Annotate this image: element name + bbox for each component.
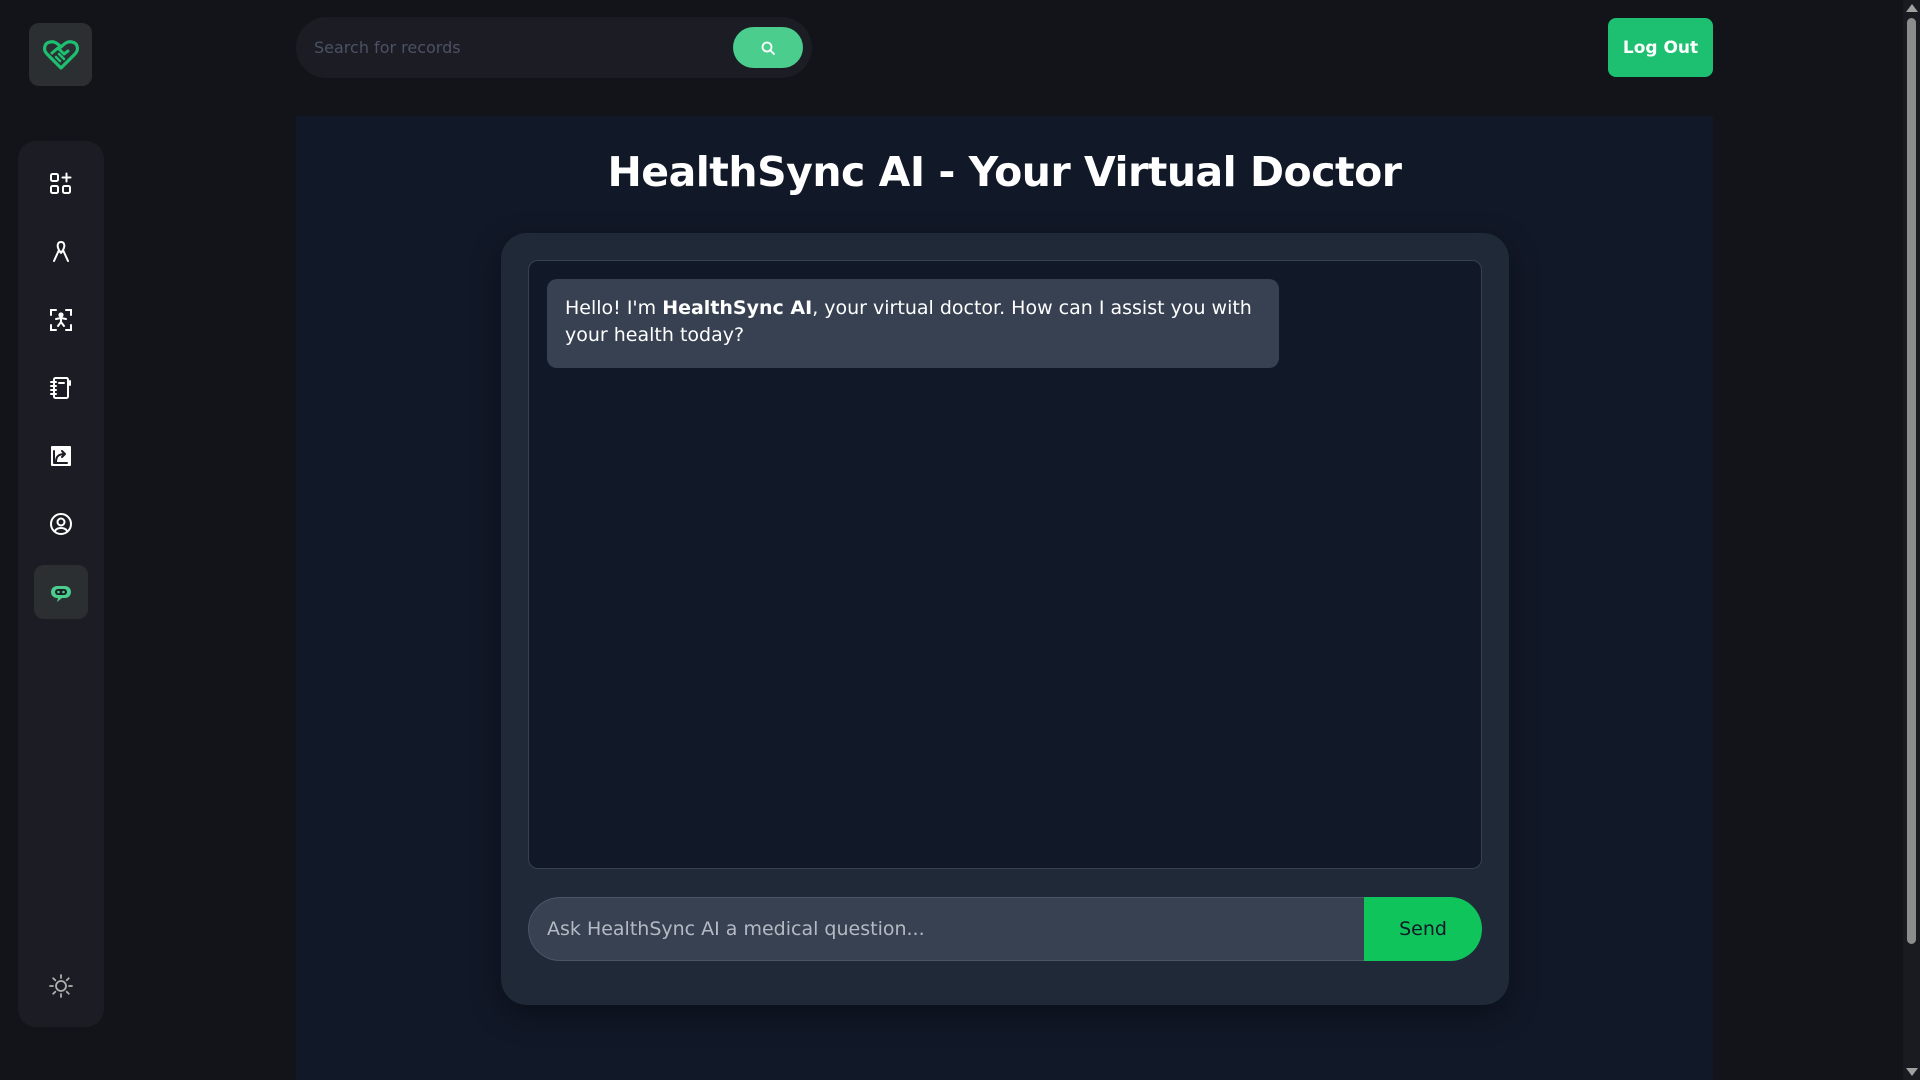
page-scrollbar[interactable] (1903, 0, 1920, 1080)
scrollbar-thumb[interactable] (1907, 18, 1916, 944)
message-input[interactable] (528, 897, 1388, 961)
page-title: HealthSync AI - Your Virtual Doctor (607, 148, 1402, 196)
awareness-ribbon-icon (53, 241, 69, 262)
search-input[interactable] (314, 17, 714, 78)
sidebar-item-dashboard[interactable] (34, 157, 88, 211)
body-scan-icon (50, 309, 72, 331)
theme-toggle-button[interactable] (34, 959, 88, 1013)
sidebar-item-profile[interactable] (34, 497, 88, 551)
sidebar-item-records[interactable] (34, 361, 88, 415)
notebook-icon (50, 377, 71, 399)
main-panel: HealthSync AI - Your Virtual Doctor Hell… (296, 116, 1713, 1080)
dashboard-grid-plus-icon (50, 172, 72, 194)
sidebar-item-ribbon[interactable] (34, 225, 88, 279)
assistant-message: Hello! I'm HealthSync AI, your virtual d… (547, 279, 1279, 368)
sidebar-item-scan[interactable] (34, 293, 88, 347)
user-circle-icon (50, 513, 72, 535)
share-icon (51, 446, 71, 466)
send-button[interactable]: Send (1364, 897, 1482, 961)
sidebar-item-share[interactable] (34, 429, 88, 483)
search-bar (296, 17, 812, 78)
scroll-down-arrow-icon[interactable] (1906, 1068, 1918, 1076)
message-text-bold: HealthSync AI (662, 297, 813, 319)
search-button[interactable] (733, 27, 803, 68)
message-composer: Send (528, 897, 1482, 961)
scroll-up-arrow-icon[interactable] (1906, 4, 1918, 12)
message-text-before: Hello! I'm (565, 297, 663, 319)
sidebar (18, 141, 104, 1027)
search-icon (761, 41, 775, 55)
chat-card: Hello! I'm HealthSync AI, your virtual d… (501, 233, 1509, 1005)
robot-chat-icon (51, 586, 71, 602)
app-logo[interactable] (29, 23, 92, 86)
logout-button[interactable]: Log Out (1608, 18, 1713, 77)
message-list[interactable]: Hello! I'm HealthSync AI, your virtual d… (528, 260, 1482, 869)
sun-icon (49, 974, 73, 998)
heart-handshake-logo-icon (42, 39, 79, 70)
sidebar-item-ai-chat[interactable] (34, 565, 88, 619)
